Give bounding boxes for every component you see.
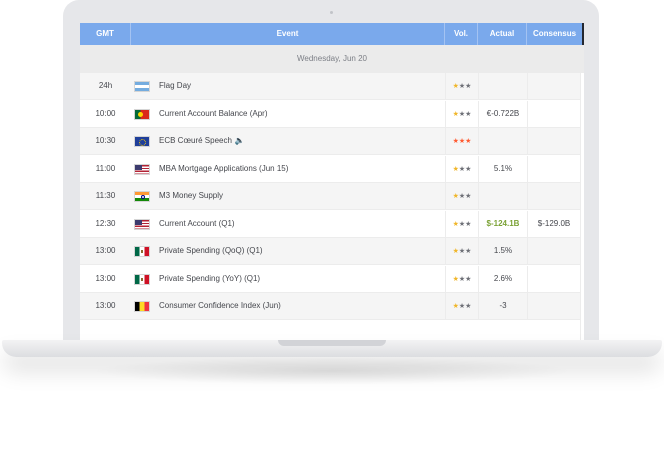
event-time: 13:00: [95, 301, 116, 310]
event-name[interactable]: Private Spending (YoY) (Q1): [159, 274, 260, 283]
table-row[interactable]: 11:00 MBA Mortgage Applications (Jun 15) ★…: [80, 155, 580, 183]
actual-value: [478, 73, 527, 100]
event-name[interactable]: Private Spending (QoQ) (Q1): [159, 246, 263, 255]
scrollbar-edge: [582, 23, 584, 45]
event-time: 10:00: [95, 108, 116, 118]
actual-value: [478, 183, 527, 210]
consensus-value: [527, 100, 580, 128]
volatility-star-icon: ★: [465, 165, 472, 173]
volatility-star-icon: ★: [465, 138, 472, 145]
volatility-rating: ★★★: [445, 155, 478, 183]
volatility-rating: ★★★: [445, 183, 478, 210]
actual-value: 1.5%: [478, 238, 527, 265]
event-time: 13:00: [95, 273, 116, 283]
india-flag-icon: [134, 191, 150, 202]
event-time: 10:30: [95, 136, 116, 145]
column-header-volatility[interactable]: Vol.: [445, 23, 478, 45]
event-name[interactable]: M3 Money Supply: [159, 191, 223, 200]
volatility-rating: ★★★: [445, 128, 478, 155]
event-name[interactable]: Consumer Confidence Index (Jun): [159, 301, 281, 310]
laptop-notch: [278, 340, 386, 346]
event-time: 24h: [98, 81, 113, 90]
event-cell[interactable]: ECB Cœuré Speech 🔈: [131, 128, 445, 155]
volatility-star-icon: ★: [465, 193, 472, 200]
volatility-rating: ★★★: [445, 73, 478, 100]
belgium-flag-icon: [134, 301, 150, 312]
date-row: Wednesday, Jun 20: [80, 45, 584, 73]
consensus-value: [527, 73, 580, 100]
event-cell[interactable]: MBA Mortgage Applications (Jun 15): [131, 156, 445, 183]
argentina-flag-icon: [134, 81, 150, 92]
event-cell[interactable]: Private Spending (QoQ) (Q1): [131, 238, 445, 265]
consensus-value: [527, 155, 580, 183]
event-name[interactable]: MBA Mortgage Applications (Jun 15): [159, 164, 288, 173]
table-row[interactable]: 12:30 Current Account (Q1) ★★★ $-124.1B $-12…: [80, 210, 580, 238]
portugal-flag-icon: [134, 108, 150, 120]
actual-value: 5.1%: [478, 155, 527, 183]
us-flag-icon: [134, 218, 150, 230]
laptop-shadow: [90, 357, 574, 385]
volatility-rating: ★★★: [445, 100, 478, 128]
event-cell[interactable]: Flag Day: [131, 73, 445, 100]
consensus-value: [527, 183, 580, 210]
event-time: 12:30: [95, 218, 116, 228]
column-header-consensus[interactable]: Consensus: [527, 23, 582, 45]
volatility-star-icon: ★: [465, 303, 472, 310]
camera-dot: [330, 11, 333, 14]
event-name[interactable]: Current Account Balance (Apr): [159, 109, 268, 118]
event-cell[interactable]: Current Account Balance (Apr): [131, 101, 445, 128]
actual-value: [478, 128, 527, 155]
volatility-star-icon: ★: [465, 110, 472, 118]
actual-value: $-124.1B: [478, 210, 527, 238]
event-cell[interactable]: Current Account (Q1): [131, 211, 445, 238]
speaker-icon: 🔈: [234, 136, 245, 145]
actual-value: -3: [478, 293, 527, 320]
volatility-rating: ★★★: [445, 293, 478, 320]
event-time: 11:30: [95, 191, 116, 200]
volatility-star-icon: ★: [465, 220, 472, 228]
event-cell[interactable]: M3 Money Supply: [131, 183, 445, 210]
laptop-screen: GMT Event Vol. Actual Consensus Wednesda…: [80, 23, 584, 345]
volatility-rating: ★★★: [445, 210, 478, 238]
actual-value: 2.6%: [478, 265, 527, 293]
table-row[interactable]: 11:30 M3 Money Supply ★★★: [80, 183, 580, 210]
event-cell[interactable]: Consumer Confidence Index (Jun): [131, 293, 445, 320]
actual-value: €-0.722B: [478, 100, 527, 128]
table-row[interactable]: 10:30 ECB Cœuré Speech 🔈 ★★★: [80, 128, 580, 155]
table-row[interactable]: 10:00 Current Account Balance (Apr) ★★★ €-0…: [80, 100, 580, 128]
volatility-star-icon: ★: [465, 275, 472, 283]
table-row[interactable]: 13:00 Private Spending (QoQ) (Q1) ★★★ 1.5%: [80, 238, 580, 265]
table-row[interactable]: 13:00 Private Spending (YoY) (Q1) ★★★ 2.6%: [80, 265, 580, 293]
table-header: GMT Event Vol. Actual Consensus: [80, 23, 584, 45]
column-header-gmt[interactable]: GMT: [80, 23, 131, 45]
volatility-rating: ★★★: [445, 238, 478, 265]
volatility-rating: ★★★: [445, 265, 478, 293]
table-row[interactable]: 13:00 Consumer Confidence Index (Jun) ★★★ -…: [80, 293, 580, 320]
consensus-value: $-129.0B: [527, 210, 580, 238]
event-name[interactable]: Flag Day: [159, 81, 191, 90]
column-header-event[interactable]: Event: [131, 23, 445, 45]
event-name[interactable]: ECB Cœuré Speech: [159, 136, 232, 145]
mexico-flag-icon: [134, 246, 150, 257]
event-cell[interactable]: Private Spending (YoY) (Q1): [131, 266, 445, 293]
consensus-value: [527, 128, 580, 155]
table-row[interactable]: 24h Flag Day ★★★: [80, 73, 580, 100]
consensus-value: [527, 293, 580, 320]
us-flag-icon: [134, 163, 150, 175]
mexico-flag-icon: [134, 273, 150, 285]
event-name[interactable]: Current Account (Q1): [159, 219, 235, 228]
eu-flag-icon: [134, 136, 150, 147]
table-right-border: [580, 73, 581, 345]
event-time: 13:00: [95, 246, 116, 255]
consensus-value: [527, 238, 580, 265]
volatility-star-icon: ★: [465, 83, 472, 90]
column-header-actual[interactable]: Actual: [478, 23, 527, 45]
event-time: 11:00: [95, 163, 116, 173]
volatility-star-icon: ★: [465, 248, 472, 255]
consensus-value: [527, 265, 580, 293]
